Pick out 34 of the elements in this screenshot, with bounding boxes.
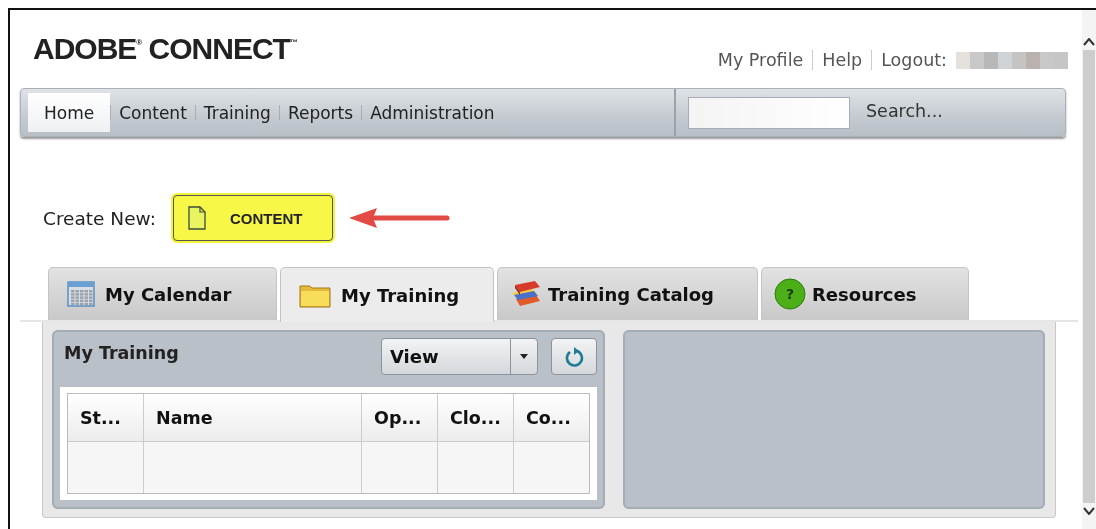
nav-tab[interactable]: Training [195, 93, 279, 132]
calendar-icon [67, 281, 95, 307]
tab[interactable]: My Training [280, 267, 494, 322]
caret-icon [520, 354, 528, 359]
column-header[interactable]: St... [68, 394, 144, 441]
create-new-label: Create New: [43, 207, 156, 229]
nav-tab[interactable]: Content [111, 93, 195, 132]
search-field[interactable] [688, 96, 850, 129]
top-link[interactable]: Help [813, 50, 872, 70]
search-button[interactable]: Search... [858, 100, 951, 121]
document-icon [187, 206, 206, 230]
nav-tab[interactable]: Home [28, 93, 111, 132]
scrollbar[interactable] [1082, 10, 1096, 529]
refresh-icon [564, 345, 584, 368]
column-header[interactable]: Name [144, 394, 362, 441]
card-title: My Training [63, 342, 179, 363]
view-dropdown[interactable]: View [381, 338, 538, 375]
folder-icon [299, 282, 331, 308]
column-header[interactable]: Op... [362, 394, 438, 441]
books-icon [510, 279, 542, 309]
nav-tab[interactable]: Administration [362, 93, 503, 132]
nav-tab[interactable]: Reports [279, 93, 362, 132]
help-icon: ? [774, 278, 806, 310]
tab[interactable]: Training Catalog [497, 267, 758, 320]
top-link[interactable]: My Profile [708, 50, 813, 70]
tab[interactable]: ? Resources [761, 267, 969, 320]
logo: ADOBE$^{®}$ CONNECT$^{™}$ [33, 34, 297, 64]
scroll-down-icon [1083, 507, 1095, 515]
top-link[interactable]: Logout: [872, 50, 956, 70]
tab[interactable]: My Calendar [48, 267, 277, 320]
content-button[interactable]: CONTENT [172, 195, 333, 241]
scroll-up-icon [1083, 38, 1095, 46]
column-header[interactable]: Clo... [438, 394, 514, 441]
refresh-button[interactable] [551, 338, 597, 375]
